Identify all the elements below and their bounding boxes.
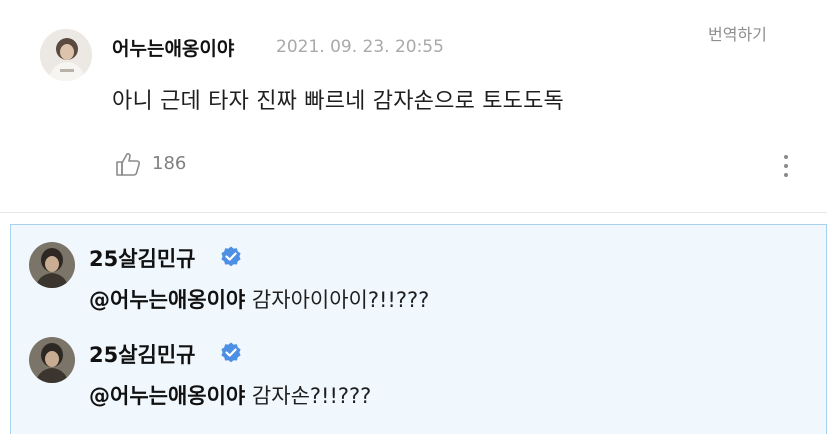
verified-badge-icon [221,342,241,363]
commenter-avatar[interactable] [40,29,92,81]
comment-author[interactable]: 어누는애옹이야 [112,34,234,61]
reply-text: @어누는애옹이야 감자아이아이?!!??? [89,284,429,314]
mention-link[interactable]: @어누는애옹이야 [89,384,245,408]
reply-message: 감자손?!!??? [245,384,372,408]
more-options-button[interactable] [776,152,796,180]
reply-avatar[interactable] [29,242,75,288]
reply-text: @어누는애옹이야 감자손?!!??? [89,380,371,410]
comment-text: 아니 근데 타자 진짜 빠르네 감자손으로 토도도독 [112,89,564,114]
mention-link[interactable]: @어누는애옹이야 [89,288,245,312]
reply-section: 25살김민규 @어누는애옹이야 감자아이아이?!!??? 25살김민규 @어누는… [10,224,827,434]
reply-message: 감자아이아이?!!??? [245,288,430,312]
comment-timestamp: 2021. 09. 23. 20:55 [276,37,444,57]
like-button[interactable]: 186 [114,148,194,180]
like-count: 186 [152,153,187,174]
reply-author[interactable]: 25살김민규 [89,243,196,273]
divider [0,212,827,213]
verified-badge-icon [221,246,241,267]
reply-author[interactable]: 25살김민규 [89,339,196,369]
reply-avatar[interactable] [29,337,75,383]
translate-link[interactable]: 번역하기 [708,21,767,45]
more-vertical-icon [784,155,788,159]
thumbs-up-icon [116,152,141,176]
